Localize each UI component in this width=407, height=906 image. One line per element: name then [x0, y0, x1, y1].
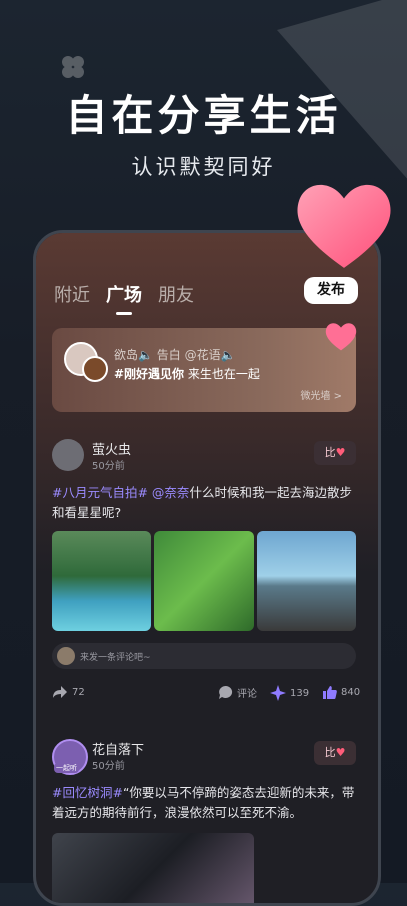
post-text: #八月元气自拍# @奈奈什么时候和我一起去海边散步和看星星呢?: [52, 483, 356, 523]
post-time: 50分前: [92, 461, 125, 472]
feed-post: 一起听 花自落下 50分前 比♥ #回忆树洞#“你要以马不停蹄的姿态去迎新的未来…: [52, 739, 356, 903]
avatar[interactable]: [52, 439, 84, 471]
tab-square[interactable]: 广场: [106, 281, 142, 315]
username[interactable]: 萤火虫: [92, 439, 131, 458]
post-header: 萤火虫 50分前 比♥: [52, 439, 356, 479]
heart-react-button[interactable]: 比♥: [314, 741, 356, 765]
post-actions: 72 评论 139 840: [52, 683, 360, 703]
topic-tag[interactable]: #回忆树洞#: [52, 785, 123, 800]
heart-react-label: 比: [324, 446, 336, 459]
post-photo[interactable]: [154, 531, 254, 631]
feed-tabs: 附近 广场 朋友: [54, 281, 194, 315]
wall-link[interactable]: 微光墙 >: [300, 387, 342, 402]
heart-react-button[interactable]: 比♥: [314, 441, 356, 465]
comment-label: 评论: [237, 689, 257, 700]
phone-mockup: 附近 广场 朋友 发布 欲岛🔈 告白 @花语🔈 #刚好遇见你 来生也在一起 微光…: [33, 230, 381, 906]
banner-message: #刚好遇见你 来生也在一起: [114, 365, 260, 382]
banner-text: 来生也在一起: [184, 367, 260, 381]
listen-together-badge: 一起听: [54, 763, 79, 773]
heart-icon: ♥: [335, 446, 346, 459]
hero-subtitle: 认识默契同好: [131, 155, 276, 179]
hero-section: 自在分享生活 认识默契同好: [0, 82, 407, 181]
banner-hashtag[interactable]: #刚好遇见你: [114, 367, 184, 381]
banner-avatars: [64, 342, 108, 382]
heart-small-icon: [325, 323, 357, 351]
banner-users: 欲岛🔈 告白 @花语🔈: [114, 348, 236, 362]
comment-input[interactable]: 来发一条评论吧~: [52, 643, 356, 669]
post-text: #回忆树洞#“你要以马不停蹄的姿态去迎新的未来，带着远方的期待前行，浪漫依然可以…: [52, 783, 356, 823]
username[interactable]: 花自落下: [92, 739, 144, 758]
like-count: 840: [341, 687, 361, 698]
post-photo[interactable]: [52, 833, 254, 903]
heart-icon: ♥: [335, 746, 346, 759]
publish-button[interactable]: 发布: [304, 277, 358, 304]
mention[interactable]: @奈奈: [148, 485, 190, 500]
post-photo[interactable]: [256, 531, 356, 631]
confession-banner[interactable]: 欲岛🔈 告白 @花语🔈 #刚好遇见你 来生也在一起 微光墙 >: [52, 328, 356, 412]
comment-icon: [219, 685, 233, 699]
topic-tag[interactable]: #八月元气自拍#: [52, 485, 148, 500]
hero-title: 自在分享生活: [65, 91, 342, 140]
photo-grid: [52, 531, 356, 631]
heart-react-label: 比: [324, 746, 336, 759]
clover-decoration-icon: [62, 56, 84, 78]
tab-nearby[interactable]: 附近: [54, 281, 90, 307]
like-button[interactable]: 840: [322, 685, 360, 700]
tab-friends[interactable]: 朋友: [158, 281, 194, 307]
comment-placeholder: 来发一条评论吧~: [80, 653, 151, 663]
share-button[interactable]: 72: [52, 685, 85, 699]
post-header: 一起听 花自落下 50分前 比♥: [52, 739, 356, 779]
share-icon: [53, 686, 67, 698]
avatar: [82, 356, 108, 382]
post-time: 50分前: [92, 761, 125, 772]
sparkle-count: 139: [290, 687, 310, 699]
avatar: [57, 647, 75, 665]
comment-button[interactable]: 评论: [218, 685, 257, 700]
thumbs-up-icon: [323, 686, 337, 699]
sparkle-button[interactable]: 139: [270, 685, 309, 701]
sparkle-icon: [270, 685, 286, 701]
share-count: 72: [72, 686, 85, 698]
feed-post: 萤火虫 50分前 比♥ #八月元气自拍# @奈奈什么时候和我一起去海边散步和看星…: [52, 439, 360, 703]
heart-decoration-icon: [297, 184, 391, 268]
post-photo[interactable]: [52, 531, 152, 631]
